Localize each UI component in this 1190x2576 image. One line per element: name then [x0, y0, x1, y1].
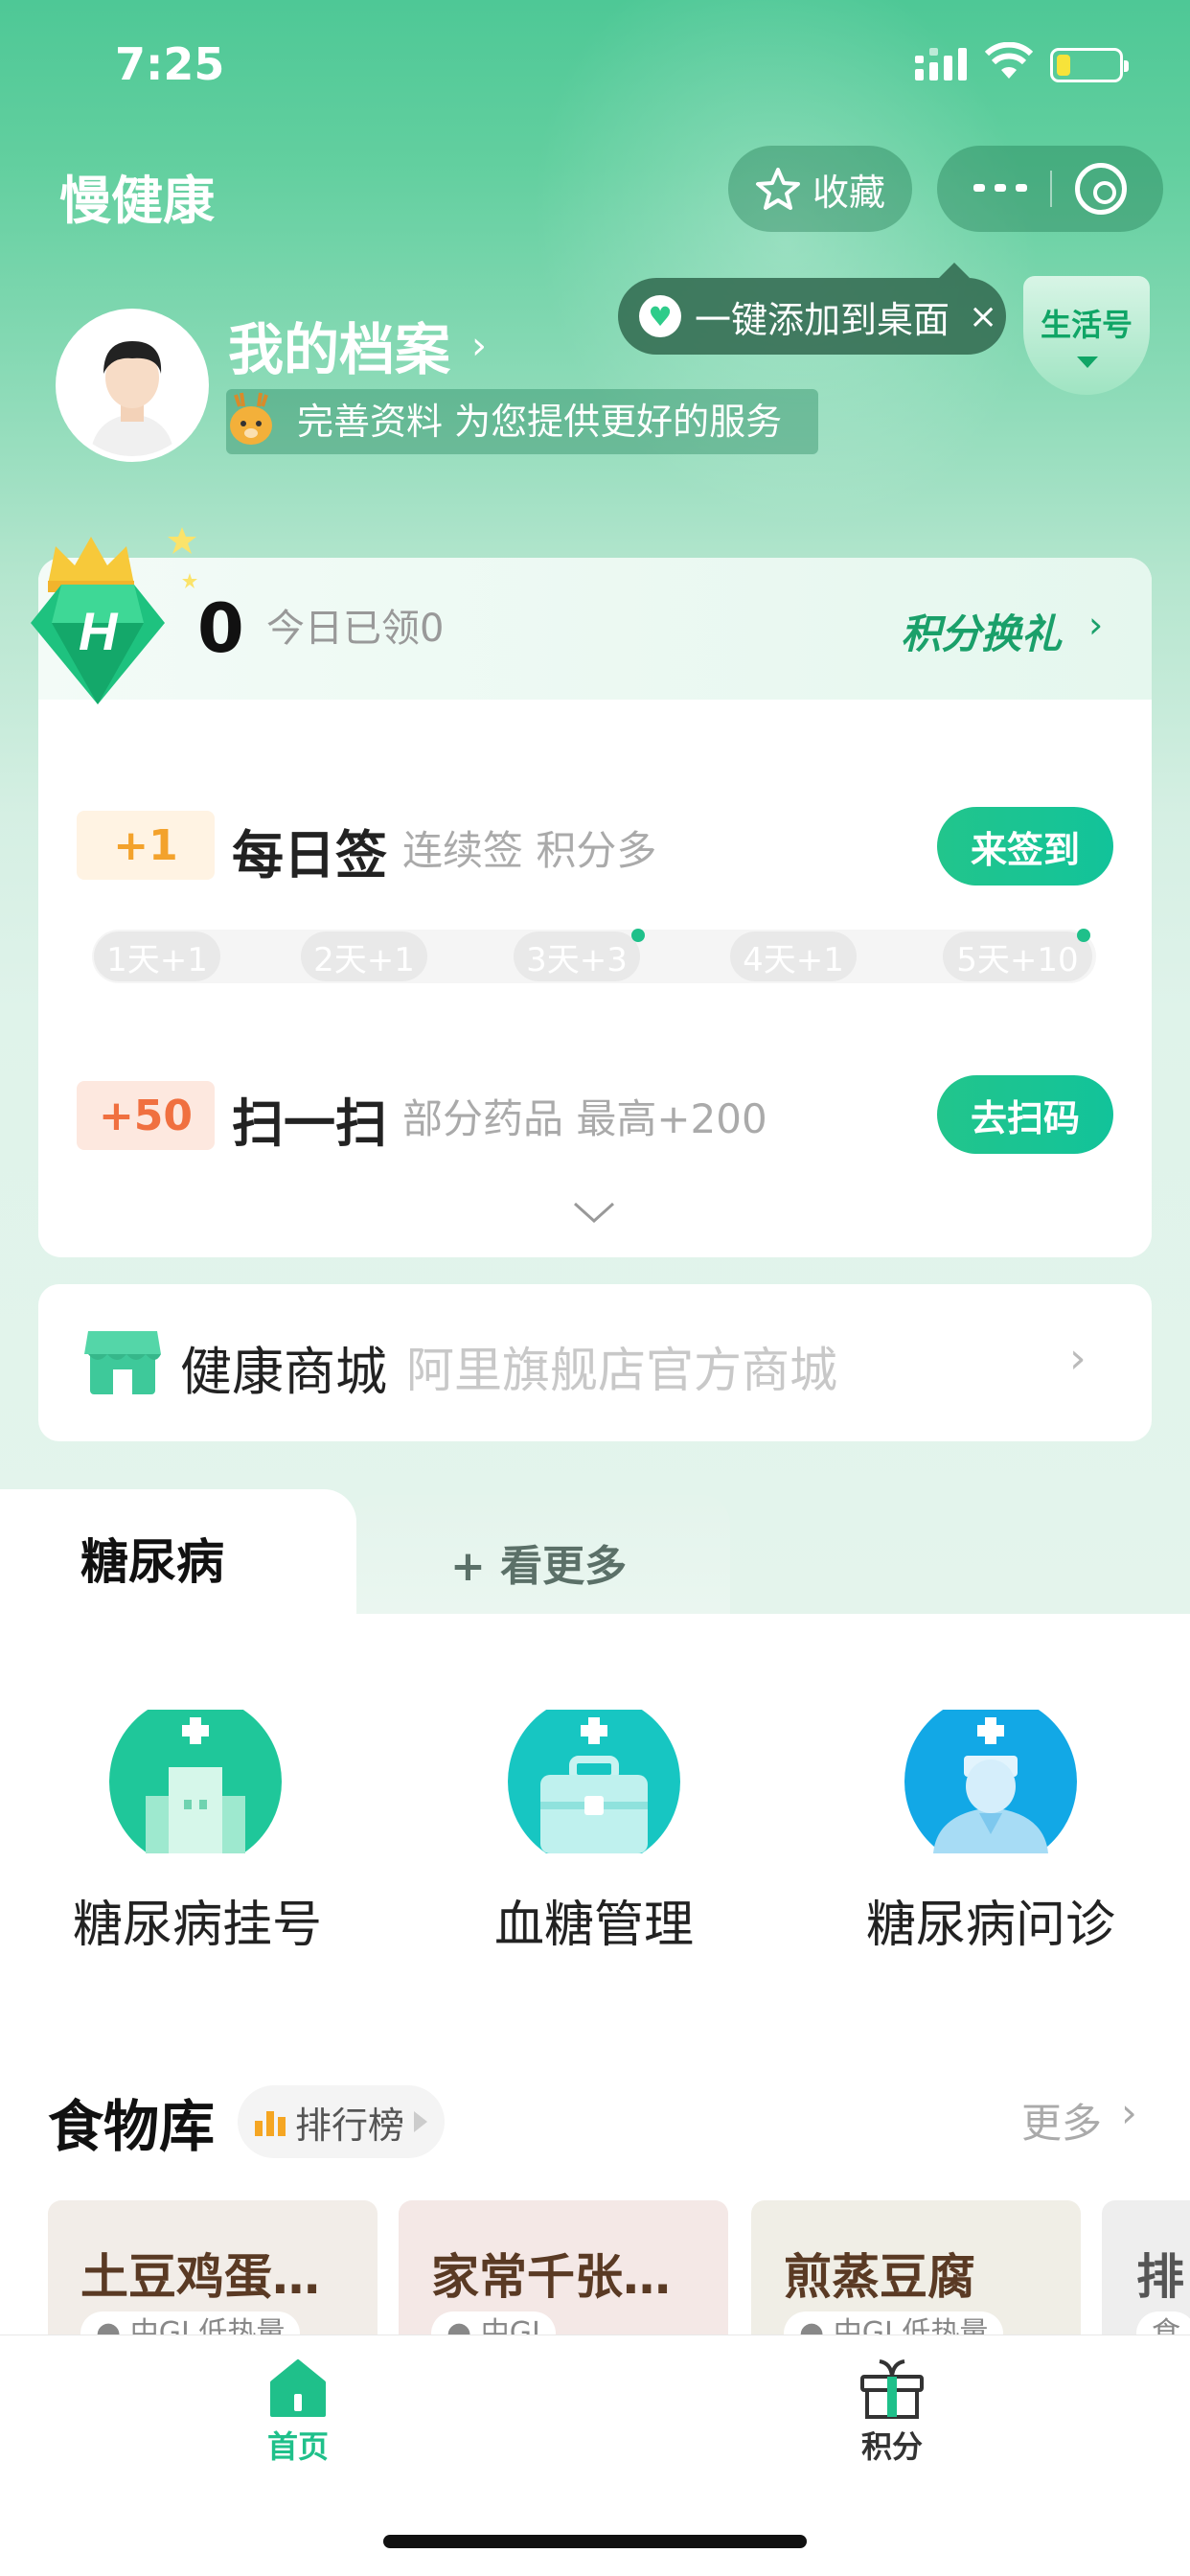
tab-home-label[interactable]: 首页 [267, 2423, 329, 2467]
favorite-label: 收藏 [812, 171, 885, 214]
service-label[interactable]: 糖尿病挂号 [44, 1884, 351, 1956]
close-miniapp-icon[interactable] [1075, 163, 1127, 215]
task-desc: 部分药品 最高+200 [402, 1095, 767, 1142]
points-gem-icon: H [31, 527, 197, 704]
cellular-signal-icon [915, 48, 967, 80]
medkit-icon[interactable] [508, 1710, 680, 1853]
chevron-right-icon: › [1121, 2089, 1137, 2136]
service-label[interactable]: 血糖管理 [441, 1884, 747, 1956]
tab-see-more-label: + 看更多 [450, 1542, 628, 1591]
profile-subtitle[interactable]: 完善资料 为您提供更好的服务 [226, 389, 818, 454]
food-library-title: 食物库 [48, 2094, 216, 2159]
tab-points-label[interactable]: 积分 [861, 2423, 923, 2467]
task-title: 每日签 [232, 825, 387, 886]
checkin-day: 1天+1 [94, 932, 220, 981]
status-time: 7:25 [115, 38, 225, 90]
more-icon[interactable] [973, 184, 1031, 194]
checkin-day: 5天+10 [943, 932, 1092, 981]
bar-chart-icon [255, 2111, 286, 2136]
home-indicator [383, 2535, 807, 2548]
checkin-day: 4天+1 [730, 932, 857, 981]
home-icon[interactable] [266, 2358, 330, 2417]
food-name: 煎蒸豆腐 [784, 2249, 975, 2305]
task-badge: +1 [77, 811, 215, 880]
food-name: 土豆鸡蛋… [80, 2249, 320, 2305]
wifi-icon [985, 42, 1033, 79]
more-link[interactable]: 更多 [1021, 2091, 1102, 2150]
mall-title: 健康商城 [180, 1342, 387, 1402]
task-desc: 连续签 积分多 [402, 827, 657, 874]
scan-button[interactable]: 去扫码 [937, 1075, 1113, 1154]
tooltip-text: 一键添加到桌面 [695, 298, 950, 341]
store-icon [84, 1331, 161, 1394]
reward-dot [631, 929, 645, 942]
favorite-button[interactable]: 收藏 [728, 146, 912, 232]
user-avatar-icon [61, 314, 203, 456]
chevron-right-icon: › [1069, 1334, 1087, 1383]
points-value: 0 [197, 589, 244, 668]
task-title: 扫一扫 [232, 1093, 387, 1154]
life-tag-label: 生活号 [1040, 307, 1133, 343]
gift-icon[interactable] [858, 2358, 926, 2421]
heart-icon: ♥ [639, 295, 681, 337]
ranking-button[interactable]: 排行榜 [238, 2085, 445, 2158]
checkin-button[interactable]: 来签到 [937, 807, 1113, 886]
chevron-right-icon: › [1088, 604, 1104, 646]
doctor-icon[interactable] [904, 1710, 1077, 1853]
points-today-label: 今日已领0 [266, 607, 445, 651]
food-name: 家常千张… [431, 2249, 671, 2305]
tab-diabetes-label: 糖尿病 [80, 1534, 224, 1590]
points-exchange-link[interactable]: 积分换礼 [901, 602, 1062, 660]
caret-down-icon [1077, 356, 1098, 368]
mall-subtitle: 阿里旗舰店官方商城 [406, 1343, 837, 1398]
expand-chevron-icon[interactable] [573, 1202, 615, 1223]
deer-mascot-icon [230, 392, 272, 445]
task-badge: +50 [77, 1081, 215, 1150]
miniapp-capsule [937, 146, 1163, 232]
hospital-icon[interactable] [109, 1710, 282, 1853]
checkin-day: 3天+3 [514, 932, 640, 981]
profile-title[interactable]: 我的档案 [228, 305, 450, 385]
checkin-day: 2天+1 [301, 932, 427, 981]
avatar[interactable] [56, 309, 209, 462]
battery-icon [1050, 48, 1129, 82]
chevron-right-icon: › [471, 324, 487, 368]
tooltip-close-icon[interactable]: × [969, 297, 997, 336]
service-label[interactable]: 糖尿病问诊 [837, 1884, 1144, 1956]
food-name: 排 [1136, 2249, 1184, 2305]
star-icon [755, 168, 800, 210]
caret-right-icon [414, 2111, 428, 2132]
app-title: 慢健康 [59, 171, 215, 231]
add-to-desktop-tooltip[interactable]: ♥ 一键添加到桌面 × [618, 263, 1006, 355]
reward-dot [1077, 929, 1090, 942]
svg-text:H: H [79, 601, 119, 661]
ranking-label: 排行榜 [295, 2104, 405, 2147]
